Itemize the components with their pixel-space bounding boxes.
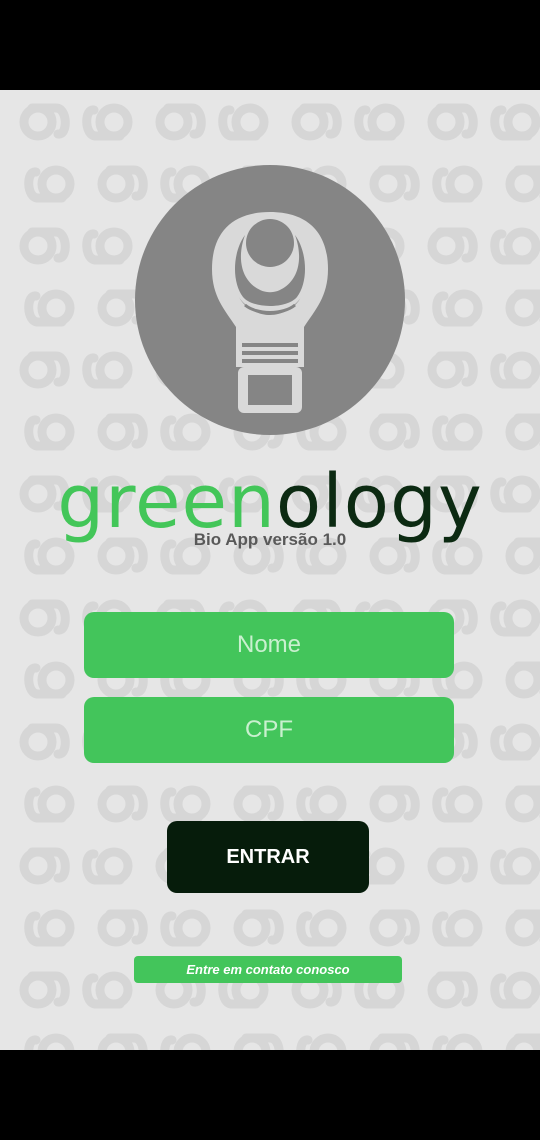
app-version: Bio App versão 1.0 <box>193 530 347 549</box>
contact-us-button[interactable]: Entre em contato conosco <box>134 956 402 983</box>
navigation-bar <box>0 1050 540 1140</box>
lightbulb-icon <box>135 165 405 435</box>
cpf-input[interactable] <box>84 697 454 763</box>
enter-button[interactable]: ENTRAR <box>167 821 369 893</box>
status-bar <box>0 0 540 90</box>
login-screen: greenology Bio App versão 1.0 ENTRAR Ent… <box>0 90 540 1050</box>
name-input[interactable] <box>84 612 454 678</box>
